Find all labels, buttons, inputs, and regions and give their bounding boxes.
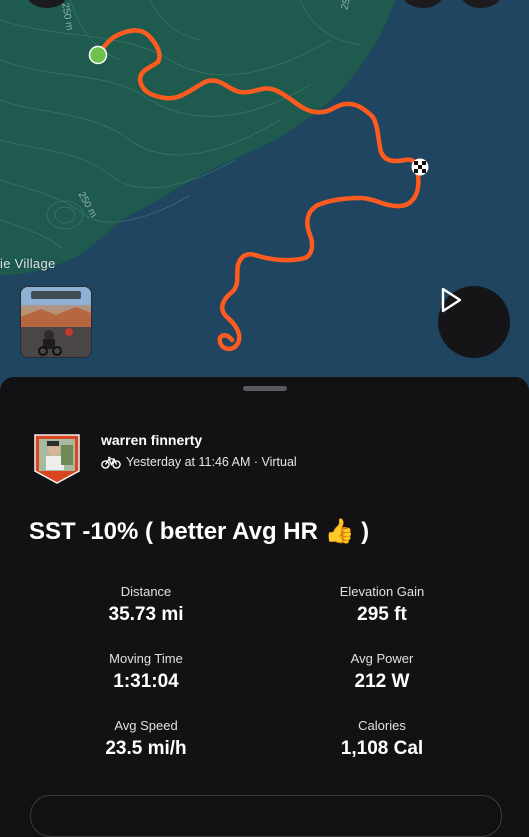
stat-label: Distance bbox=[120, 584, 172, 599]
place-label: ie Village bbox=[0, 256, 56, 271]
stat-avg-power: Avg Power 212 W bbox=[282, 651, 482, 693]
bike-icon bbox=[101, 456, 121, 469]
route-map[interactable]: 250 m 250 m 250 m ie Village bbox=[0, 0, 529, 400]
activity-sheet: warren finnerty Yesterday at 11:46 AM · … bbox=[0, 377, 529, 837]
stat-label: Calories bbox=[358, 718, 406, 733]
stat-elevation-gain: Elevation Gain 295 ft bbox=[282, 584, 482, 626]
stat-avg-speed: Avg Speed 23.5 mi/h bbox=[46, 718, 246, 760]
bottom-action-pill[interactable] bbox=[30, 795, 502, 837]
stat-value: 295 ft bbox=[357, 604, 407, 625]
stat-moving-time: Moving Time 1:31:04 bbox=[46, 651, 246, 693]
video-thumbnail[interactable] bbox=[20, 286, 92, 358]
stat-value: 35.73 mi bbox=[108, 604, 184, 625]
stat-distance: Distance 35.73 mi bbox=[46, 584, 246, 626]
finish-flag-icon bbox=[411, 158, 429, 176]
start-marker-icon bbox=[88, 45, 108, 65]
avatar[interactable] bbox=[33, 433, 81, 485]
stat-value: 212 W bbox=[354, 671, 410, 692]
stat-label: Avg Speed bbox=[114, 718, 178, 733]
stat-label: Avg Power bbox=[350, 651, 414, 666]
thumbnail-image bbox=[21, 287, 91, 357]
avatar-badge bbox=[34, 434, 80, 484]
stat-value: 23.5 mi/h bbox=[105, 738, 187, 759]
stat-calories: Calories 1,108 Cal bbox=[282, 718, 482, 760]
activity-title[interactable]: SST -10% ( better Avg HR 👍 ) bbox=[29, 517, 369, 546]
play-button[interactable] bbox=[438, 286, 510, 358]
land-mass bbox=[0, 0, 395, 275]
stat-label: Elevation Gain bbox=[339, 584, 425, 599]
activity-meta: Yesterday at 11:46 AM · Virtual bbox=[101, 455, 297, 469]
stat-label: Moving Time bbox=[109, 651, 183, 666]
activity-timestamp: Yesterday at 11:46 AM · Virtual bbox=[126, 455, 297, 469]
sheet-drag-handle[interactable] bbox=[243, 386, 287, 391]
play-icon bbox=[441, 287, 462, 313]
stat-value: 1,108 Cal bbox=[340, 738, 424, 759]
stat-value: 1:31:04 bbox=[113, 671, 179, 692]
athlete-name[interactable]: warren finnerty bbox=[101, 432, 202, 448]
